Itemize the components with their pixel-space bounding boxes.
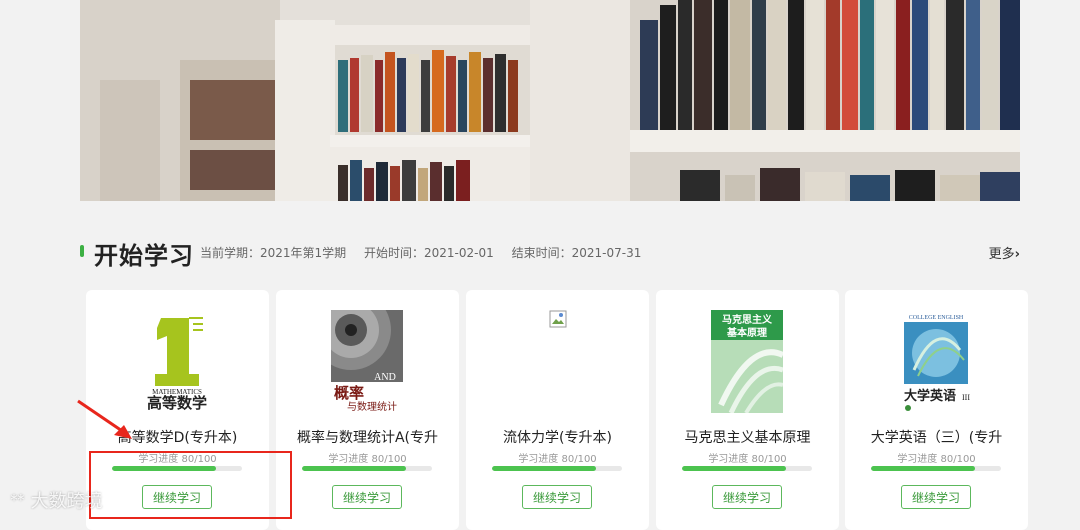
banner-image [80,0,1020,201]
end-time: 结束时间：2021-07-31 [511,246,642,260]
course-name[interactable]: 大学英语（三）(专升 [845,427,1028,447]
svg-text:大学英语: 大学英语 [904,388,956,404]
continue-learning-button[interactable]: 继续学习 [712,485,782,509]
watermark: ᕯ 大数跨境 [10,487,103,513]
svg-text:III: III [962,393,970,402]
progress-fill [871,466,975,471]
broken-image-icon [549,310,567,328]
course-card[interactable]: 流体力学(专升本) 学习进度 80/100 继续学习 [466,290,649,530]
progress-bar [682,466,812,471]
annotation-arrow-icon [77,399,132,439]
continue-learning-button[interactable]: 继续学习 [332,485,402,509]
course-cover-image: MATHEMATICS 高等数学 [141,310,213,413]
svg-text:马克思主义: 马克思主义 [722,313,773,326]
section-header: 开始学习 当前学期：2021年第1学期 开始时间：2021-02-01 结束时间… [80,232,1020,272]
start-time: 开始时间：2021-02-01 [364,246,494,260]
progress-label: 学习进度 80/100 [897,454,976,465]
course-card[interactable]: 马克思主义 基本原理 马克思主义基本原理 学习进度 80/100 继续学习 [656,290,839,530]
watermark-logo-icon: ᕯ [10,491,25,512]
progress-label: 学习进度 80/100 [518,454,597,465]
progress-fill [492,466,596,471]
progress-fill [302,466,406,471]
semester-info: 当前学期：2021年第1学期 开始时间：2021-02-01 结束时间：2021… [200,244,655,261]
annotation-highlight-box [89,451,292,519]
continue-learning-button[interactable]: 继续学习 [901,485,971,509]
section-title: 开始学习 [94,242,194,270]
svg-text:COLLEGE ENGLISH: COLLEGE ENGLISH [909,315,964,321]
course-name[interactable]: 概率与数理统计A(专升 [276,427,459,447]
watermark-text: 大数跨境 [30,491,103,512]
svg-text:与数理统计: 与数理统计 [347,400,397,413]
svg-text:基本原理: 基本原理 [726,326,767,339]
svg-text:概率: 概率 [334,384,364,402]
course-name[interactable]: 流体力学(专升本) [466,427,649,447]
chevron-right-icon: › [1014,247,1020,262]
progress-bar [492,466,622,471]
progress-bar [302,466,432,471]
course-card[interactable]: AND 概率 与数理统计 概率与数理统计A(专升 学习进度 80/100 继续学… [276,290,459,530]
course-cover-image: AND 概率 与数理统计 [311,290,403,413]
section-accent-bar [80,245,84,257]
course-name[interactable]: 马克思主义基本原理 [656,427,839,447]
progress-bar [871,466,1001,471]
course-cover-image: COLLEGE ENGLISH 大学英语 III [900,310,972,413]
more-label: 更多 [988,247,1015,262]
more-link[interactable]: 更多› [989,243,1020,262]
svg-text:高等数学: 高等数学 [147,394,207,412]
progress-label: 学习进度 80/100 [328,454,407,465]
svg-text:AND: AND [374,372,396,383]
continue-learning-button[interactable]: 继续学习 [522,485,592,509]
course-cover-image: 马克思主义 基本原理 [711,310,785,415]
current-semester: 当前学期：2021年第1学期 [200,246,347,260]
course-card[interactable]: COLLEGE ENGLISH 大学英语 III 大学英语（三）(专升 学习进度… [845,290,1028,530]
progress-label: 学习进度 80/100 [708,454,787,465]
progress-fill [682,466,786,471]
